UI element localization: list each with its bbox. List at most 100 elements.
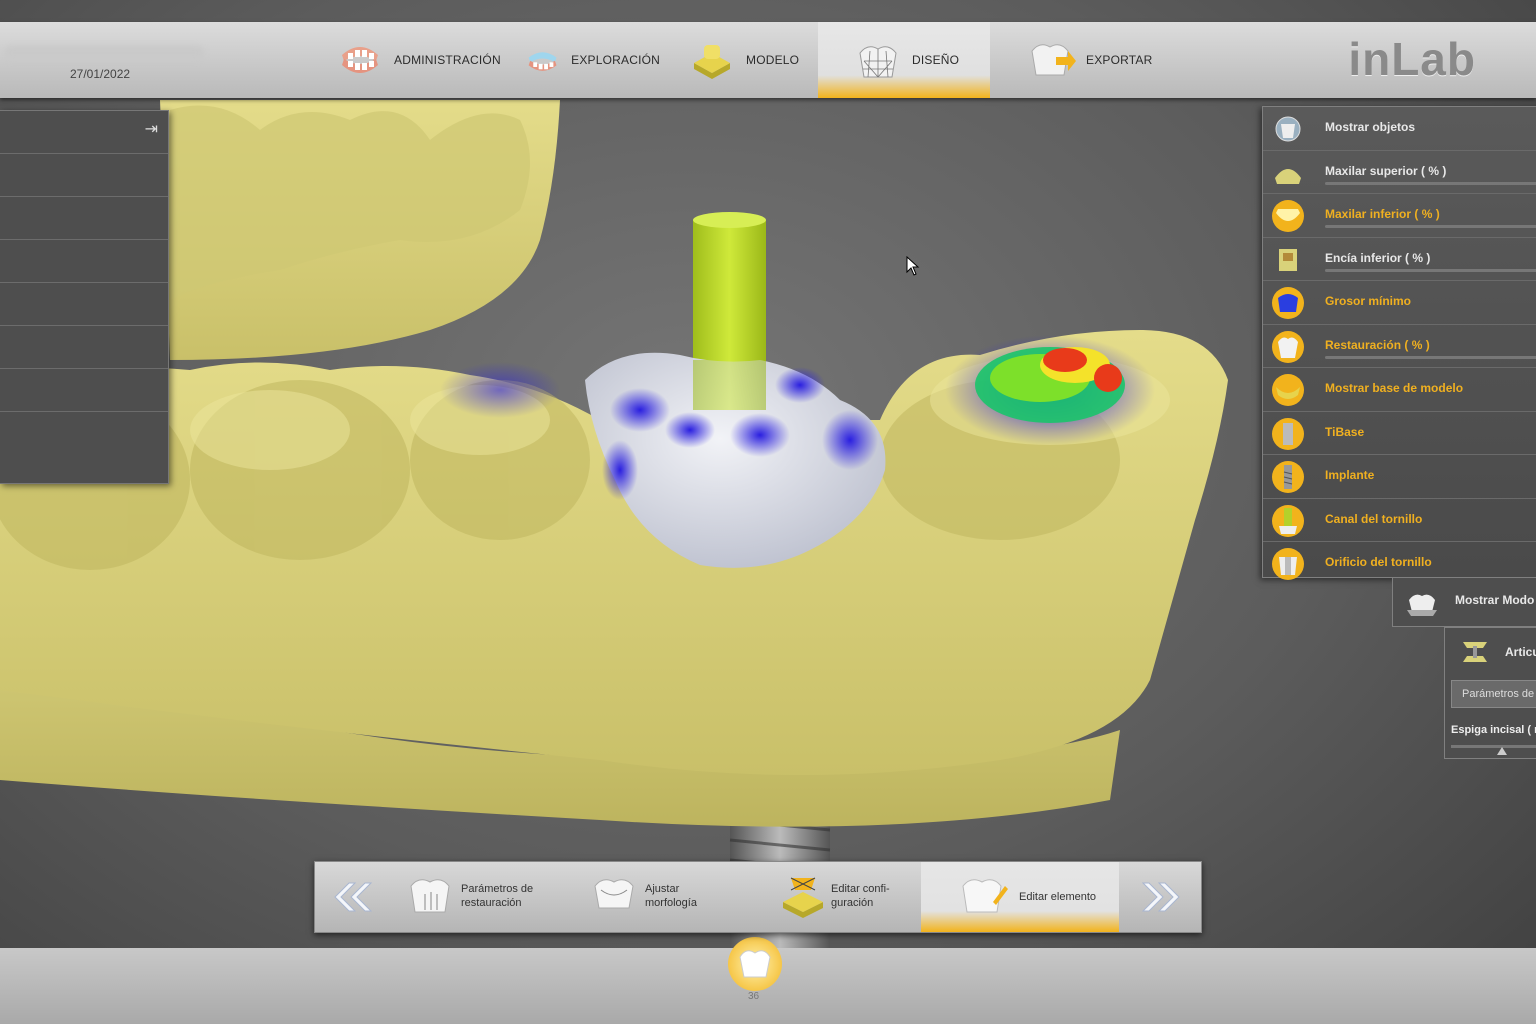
toolbar-edit-configuration[interactable]: Editar confi-guración [765,862,945,932]
step-label: MODELO [746,53,800,67]
label-line-1: Ajustar [645,883,680,895]
next-step-button[interactable] [1127,862,1199,932]
morphology-icon [594,879,634,909]
objects-item-label: Implante [1325,468,1375,482]
step-label: ADMINISTRACIÓN [394,53,501,67]
show-mode-button[interactable]: Mostrar Modo [1392,577,1536,627]
objects-item-canal-tornillo[interactable]: Canal del tornillo [1263,499,1536,542]
pin-panel-icon[interactable]: ⇥ [145,119,158,139]
step-label: EXPORTAR [1086,53,1153,67]
patient-info: 27/01/2022 [0,22,330,98]
incisal-pin-label: Espiga incisal ( m [1451,724,1536,736]
step-exploracion[interactable]: EXPLORACIÓN [520,22,660,98]
incisal-pin-slider[interactable] [1451,745,1536,748]
scan-jaw-icon [528,52,557,71]
design-toolbar: Parámetros de restauración Ajustar morfolo… [314,861,1202,933]
show-mode-icon [1407,594,1437,616]
left-side-panel: ⇥ [0,110,169,484]
parameters-button[interactable]: Parámetros de [1451,680,1536,708]
objects-item-label: Canal del tornillo [1325,511,1423,526]
opacity-slider[interactable] [1325,181,1536,185]
crown-mesh-icon [859,46,897,78]
restoration-icon [1272,330,1304,363]
panel-row [0,111,168,154]
lower-jaw-icon [1272,200,1304,232]
objects-item-maxilar-inferior[interactable]: Maxilar inferior ( % ) [1263,194,1536,238]
config-icon [783,877,823,918]
previous-step-button[interactable] [315,862,387,932]
model-icon [694,45,730,79]
panel-row [0,240,168,283]
objects-panel: Mostrar objetos Maxilar superior ( % ) M… [1262,106,1536,580]
objects-item-grosor-minimo[interactable]: Grosor mínimo [1263,281,1536,325]
implant-icon [1272,461,1304,493]
objects-item-implante[interactable]: Implante [1263,455,1536,499]
objects-item-maxilar-superior[interactable]: Maxilar superior ( % ) [1263,151,1536,194]
objects-item-label: Orificio del tornillo [1325,555,1432,569]
inlab-logo: inLab [1348,33,1476,85]
step-label: EXPLORACIÓN [571,53,660,67]
articulator-label: Articu [1505,645,1536,659]
objects-item-tibase[interactable]: TiBase [1263,412,1536,455]
step-modelo[interactable]: MODELO [684,22,824,98]
objects-item-label: Maxilar inferior ( % ) [1325,207,1440,221]
opacity-slider[interactable] [1325,268,1536,272]
label-line-2: morfología [645,897,697,909]
articulator-panel: Articu Parámetros de Espiga incisal ( m [1444,627,1536,759]
label-line-2: restauración [461,897,522,909]
tooth-number: 36 [748,991,760,1002]
label-line-1: Editar confi- [831,883,890,895]
toolbar-restoration-params[interactable]: Parámetros de restauración [391,862,571,932]
objects-item-base-modelo[interactable]: Mostrar base de modelo [1263,368,1536,412]
double-chevron-right-icon [1141,882,1180,912]
toolbar-edit-element[interactable]: Editar elemento [921,862,1119,932]
opacity-slider[interactable] [1325,355,1536,359]
tibase-icon [1272,417,1304,450]
toolbar-step-label: Editar elemento [1019,891,1097,903]
export-icon [1031,44,1076,76]
label-line-2: guración [831,897,874,909]
toolbar-step-label: Editar confi-guración [831,882,890,910]
screw-hole-icon [1272,548,1304,580]
label-line-1: Parámetros de [461,883,534,895]
step-label: DISEÑO [912,53,960,67]
screen: 27/01/2022 ADMINISTRACIÓN EXPLORACIÓN MO… [0,0,1536,1024]
patient-name-blurred [4,46,204,60]
objects-item-label: Mostrar base de modelo [1325,381,1464,395]
step-diseno[interactable]: DISEÑO [818,22,990,98]
toolbar-adjust-morphology[interactable]: Ajustar morfología [577,862,757,932]
objects-item-mostrar-objetos[interactable]: Mostrar objetos [1263,107,1536,151]
step-administracion[interactable]: ADMINISTRACIÓN [332,22,502,98]
objects-item-label: TiBase [1325,424,1365,439]
step-exportar[interactable]: EXPORTAR [1024,22,1180,98]
toolbar-step-label: Parámetros de restauración [461,882,533,910]
case-date: 27/01/2022 [70,67,131,81]
objects-item-label: Maxilar superior ( % ) [1325,163,1447,178]
double-chevron-left-icon [334,882,373,912]
articulator-icon[interactable] [1457,634,1493,670]
workflow-bar: 27/01/2022 ADMINISTRACIÓN EXPLORACIÓN MO… [0,22,1536,98]
edit-element-icon [962,879,1008,913]
show-mode-label: Mostrar Modo [1455,593,1535,607]
slider-thumb[interactable] [1497,747,1507,755]
min-thickness-icon [1272,287,1304,319]
objects-item-label: Grosor mínimo [1325,294,1412,308]
jaw-icon [342,47,378,73]
objects-item-restauracion[interactable]: Restauración ( % ) [1263,325,1536,368]
objects-item-encia-inferior[interactable]: Encía inferior ( % ) [1263,238,1536,281]
screw-channel-icon [1272,504,1304,537]
opacity-slider[interactable] [1325,225,1536,228]
panel-row [0,197,168,240]
panel-row [0,369,168,412]
objects-item-label: Encía inferior ( % ) [1325,250,1431,265]
restoration-params-icon [410,879,450,913]
mouse-cursor-icon [906,256,920,276]
model-base-icon [1272,374,1304,406]
tooth-icon [739,950,771,978]
panel-row [0,326,168,369]
gingiva-icon [1279,248,1297,271]
objects-item-label: Restauración ( % ) [1325,337,1430,352]
show-objects-icon [1275,116,1301,142]
objects-item-label: Mostrar objetos [1325,120,1416,134]
tooth-selector[interactable] [728,937,782,991]
